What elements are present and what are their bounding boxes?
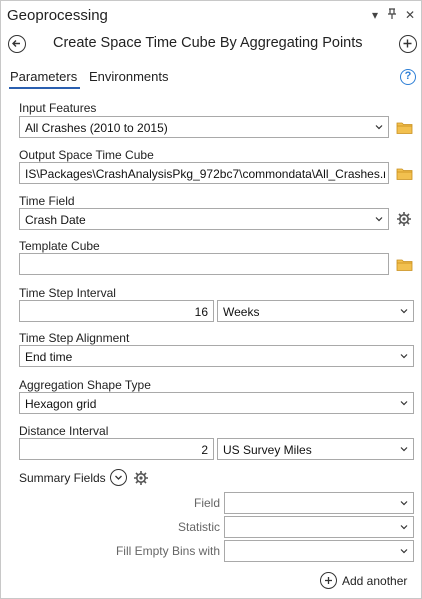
input-features-label: Input Features [19,101,97,115]
time-step-alignment-value: End time [25,350,73,364]
fill-empty-bins-label: Fill Empty Bins with [115,544,220,558]
distance-interval-label: Distance Interval [19,424,109,438]
tab-parameters[interactable]: Parameters [10,69,77,84]
tab-environments[interactable]: Environments [89,69,168,84]
time-field-value: Crash Date [25,213,86,227]
chevron-down-icon [375,125,383,130]
geoprocessing-pane: Geoprocessing ▾ ✕ Create Space Time Cube… [0,0,422,599]
time-step-unit-value: Weeks [223,305,260,319]
arrow-left-icon [12,40,20,47]
template-cube-label: Template Cube [19,239,100,253]
output-cube-label: Output Space Time Cube [19,148,154,162]
input-features-dropdown[interactable]: All Crashes (2010 to 2015) [19,116,389,138]
add-tool-button[interactable] [399,35,417,53]
summary-fields-label: Summary Fields [19,471,106,485]
pin-icon[interactable] [385,8,399,23]
summary-field-dropdown[interactable] [224,492,414,514]
time-field-label: Time Field [19,194,75,208]
folder-icon[interactable] [396,167,413,180]
chevron-down-icon [375,217,383,222]
input-features-value: All Crashes (2010 to 2015) [25,121,168,135]
gear-icon[interactable] [133,470,149,486]
distance-interval-input[interactable]: 2 [19,438,214,460]
output-cube-input[interactable]: IS\Packages\CrashAnalysisPkg_972bc7\comm… [19,162,389,184]
add-another-label: Add another [342,574,408,588]
aggregation-shape-dropdown[interactable]: Hexagon grid [19,392,414,414]
chevron-down-icon [400,525,408,530]
chevron-down-icon [115,475,122,480]
chevron-down-icon [400,501,408,506]
pane-menu-button[interactable]: ▾ [368,8,382,22]
aggregation-shape-label: Aggregation Shape Type [19,378,151,392]
chevron-down-icon [400,309,408,314]
gear-icon[interactable] [396,211,412,227]
distance-unit-value: US Survey Miles [223,443,312,457]
chevron-down-icon [400,549,408,554]
close-icon[interactable]: ✕ [403,8,417,22]
statistic-label: Statistic [177,520,220,534]
time-field-dropdown[interactable]: Crash Date [19,208,389,230]
time-step-alignment-label: Time Step Alignment [19,331,130,345]
back-button[interactable] [8,35,26,53]
distance-unit-dropdown[interactable]: US Survey Miles [217,438,414,460]
output-cube-value: IS\Packages\CrashAnalysisPkg_972bc7\comm… [25,167,385,181]
distance-interval-value: 2 [201,443,208,457]
active-tab-indicator [9,87,80,89]
time-step-alignment-dropdown[interactable]: End time [19,345,414,367]
fill-empty-bins-dropdown[interactable] [224,540,414,562]
tool-title: Create Space Time Cube By Aggregating Po… [53,35,363,51]
time-step-interval-value: 16 [194,305,208,319]
plus-icon [403,39,412,48]
template-cube-input[interactable] [19,253,389,275]
folder-icon[interactable] [396,121,413,134]
chevron-down-icon [400,401,408,406]
add-circle-icon [320,572,337,589]
time-step-interval-input[interactable]: 16 [19,300,214,322]
chevron-down-icon [400,354,408,359]
collapse-button[interactable] [110,469,127,486]
chevron-down-icon [400,447,408,452]
statistic-dropdown[interactable] [224,516,414,538]
help-icon[interactable]: ? [400,69,416,85]
time-step-interval-label: Time Step Interval [19,286,116,300]
pane-title: Geoprocessing [7,7,108,24]
aggregation-shape-value: Hexagon grid [25,397,97,411]
time-step-unit-dropdown[interactable]: Weeks [217,300,414,322]
add-another-button[interactable]: Add another [320,572,412,591]
summary-field-label: Field [193,496,220,510]
folder-icon[interactable] [396,258,413,271]
